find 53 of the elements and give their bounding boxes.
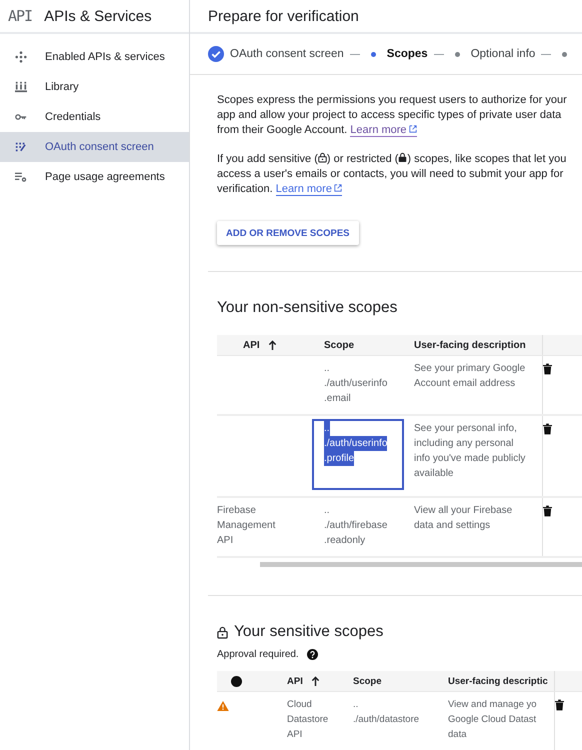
section-heading: Your non-sensitive scopes [217, 299, 398, 317]
lock-icon [217, 626, 228, 638]
column-header[interactable]: User-facing description [414, 335, 542, 355]
delete-icon[interactable] [543, 505, 552, 517]
step-label[interactable]: OAuth consent screen [230, 48, 344, 60]
grid-dots-icon [15, 141, 27, 153]
table-cell: .. ./auth/userinfo .profile [314, 421, 402, 488]
nav-item[interactable]: Library [0, 72, 189, 102]
sort-up-icon [310, 676, 320, 686]
column-header[interactable]: API [287, 671, 353, 691]
nav-item[interactable]: Enabled APIs & services [0, 42, 189, 72]
nav-item[interactable]: Credentials [0, 102, 189, 132]
learn-more-link[interactable]: Learn more [350, 124, 417, 137]
table-cell-text: .. ./auth/userinfo .email [324, 362, 388, 406]
table-cell-text: .. ./auth/firebase .readonly [324, 504, 388, 548]
table-cell-text: View and manage yo Google Cloud Datast data [448, 698, 537, 742]
step-label[interactable]: Optional info [470, 48, 536, 60]
table-cell-text: See your primary Google Account email address [414, 362, 526, 391]
external-link-icon [408, 125, 417, 133]
nav-item[interactable]: OAuth consent screen [0, 132, 189, 162]
list-settings-icon [15, 171, 27, 183]
verification-notice: If you add sensitive ( ) or restricted ( ) scopes, like scopes that let you access a user's emails or contacts, you will need to submit your app for verification. Learn more [217, 152, 568, 197]
column-header[interactable]: User-facing descriptic [448, 671, 554, 691]
table-cell-text: See your personal info, including any personal info you've made publicly available [414, 422, 526, 481]
table-cell-text: Firebase Management API [217, 504, 276, 548]
delete-icon[interactable] [555, 699, 564, 711]
table-cell-text: .. ./auth/datastore [353, 698, 420, 727]
column-header[interactable]: Scope [353, 671, 448, 691]
status-column-icon [231, 676, 242, 686]
delete-icon[interactable] [543, 363, 552, 375]
sort-up-icon [268, 340, 277, 350]
external-link-icon [334, 184, 342, 192]
api-logo: API [8, 7, 32, 25]
step-label[interactable]: Scopes [386, 48, 428, 60]
horizontal-scrollbar[interactable] [260, 562, 582, 567]
filled-lock-icon [398, 152, 408, 163]
product-title: APIs & Services [44, 8, 152, 24]
table-cell-text: Cloud Datastore API [287, 698, 328, 742]
delete-icon[interactable] [543, 423, 552, 435]
table-cell-text: View all your Firebase data and settings [414, 504, 512, 533]
approval-note: Approval required. [217, 649, 299, 660]
dots-icon [15, 51, 27, 63]
intro-text: Scopes express the permissions you request users to authorize for your app and allow your project to access specific types of private user data from their Google Account. Learn more [217, 93, 568, 138]
add-or-remove-scopes-button[interactable]: ADD OR REMOVE SCOPES [217, 221, 359, 245]
section-heading: Your sensitive scopes [234, 623, 384, 641]
column-header[interactable]: Scope [324, 335, 414, 355]
lock-icon [318, 152, 327, 163]
page-title: Prepare for verification [208, 8, 359, 24]
help-icon[interactable] [306, 649, 318, 660]
library-icon [15, 81, 27, 93]
nav-item[interactable]: Page usage agreements [0, 162, 189, 192]
learn-more-link[interactable]: Learn more [276, 183, 342, 196]
column-header[interactable]: API [217, 335, 324, 355]
